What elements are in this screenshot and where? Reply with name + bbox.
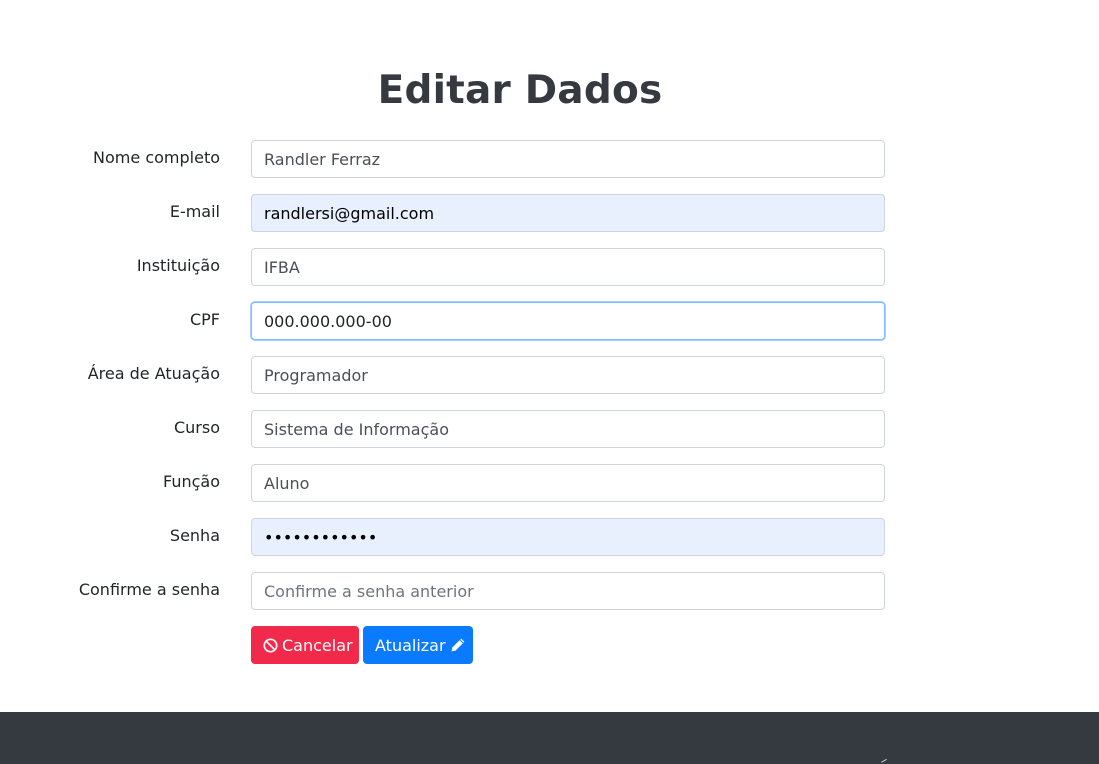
- form-row-full-name: Nome completo: [0, 140, 1099, 178]
- email-input[interactable]: [251, 194, 885, 232]
- form-row-area: Área de Atuação: [0, 356, 1099, 394]
- form-row-role: Função: [0, 464, 1099, 502]
- form-row-confirm-password: Confirme a senha: [0, 572, 1099, 610]
- confirm-password-input[interactable]: [251, 572, 885, 610]
- role-label: Função: [163, 472, 220, 491]
- edit-profile-page: Editar Dados Nome completo E-mail Instit…: [0, 0, 1099, 764]
- email-label: E-mail: [169, 202, 220, 221]
- cancel-button[interactable]: Cancelar: [251, 626, 359, 664]
- area-input[interactable]: [251, 356, 885, 394]
- footer-accent-mark: [881, 758, 889, 764]
- full-name-label: Nome completo: [93, 148, 220, 167]
- course-input[interactable]: [251, 410, 885, 448]
- page-title: Editar Dados: [377, 68, 663, 113]
- password-input[interactable]: [251, 518, 885, 556]
- area-label: Área de Atuação: [87, 364, 220, 383]
- role-input[interactable]: [251, 464, 885, 502]
- update-button-label: Atualizar: [375, 635, 446, 655]
- pencil-icon: [450, 637, 466, 653]
- form-row-course: Curso: [0, 410, 1099, 448]
- institution-label: Instituição: [136, 256, 220, 275]
- ban-icon: [263, 637, 278, 653]
- form-row-password: Senha: [0, 518, 1099, 556]
- password-label: Senha: [169, 526, 220, 545]
- confirm-password-label: Confirme a senha: [78, 580, 220, 599]
- institution-input[interactable]: [251, 248, 885, 286]
- form-row-email: E-mail: [0, 194, 1099, 232]
- form-row-institution: Instituição: [0, 248, 1099, 286]
- update-button[interactable]: Atualizar: [363, 626, 473, 664]
- full-name-input[interactable]: [251, 140, 885, 178]
- footer: [0, 712, 1099, 764]
- cpf-label: CPF: [189, 310, 220, 329]
- form-row-cpf: CPF: [0, 302, 1099, 340]
- cpf-input[interactable]: [251, 302, 885, 340]
- cancel-button-label: Cancelar: [282, 635, 353, 655]
- course-label: Curso: [173, 418, 220, 437]
